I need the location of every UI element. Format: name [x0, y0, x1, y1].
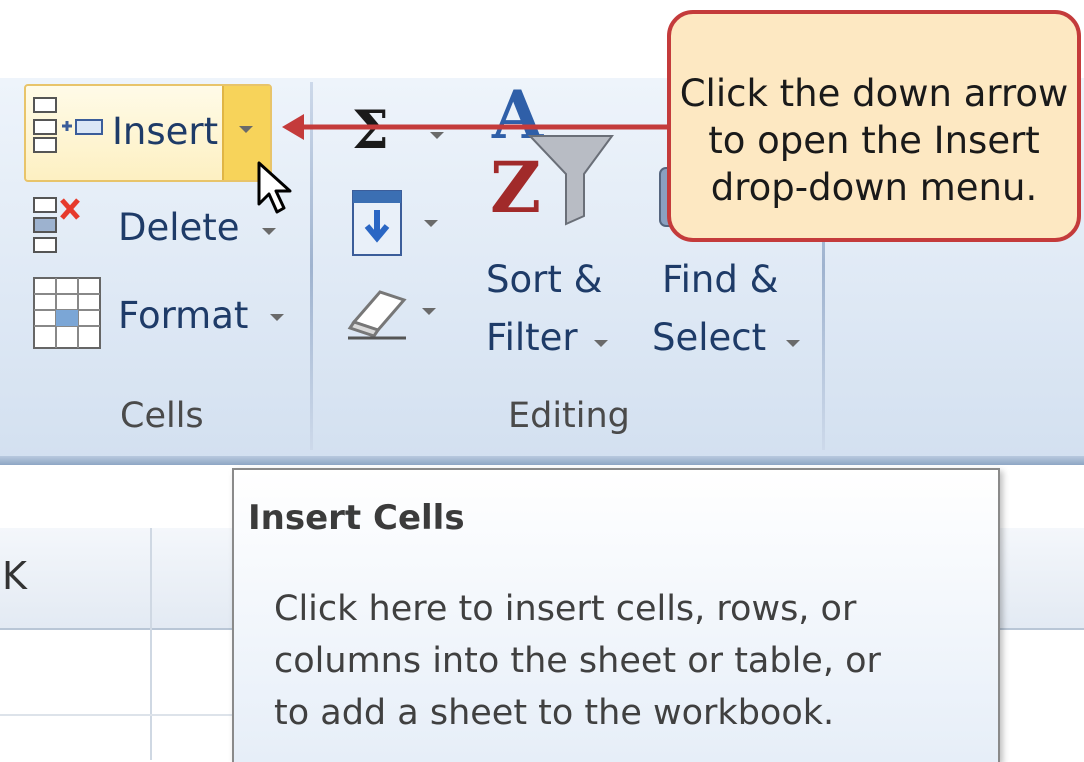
instruction-callout: Click the down arrow to open the Insert … [667, 10, 1081, 242]
callout-line-1: Click the down arrow [679, 72, 1069, 115]
callout-line-2: to open the Insert [708, 119, 1040, 162]
callout-line-3: drop-down menu. [710, 166, 1038, 209]
